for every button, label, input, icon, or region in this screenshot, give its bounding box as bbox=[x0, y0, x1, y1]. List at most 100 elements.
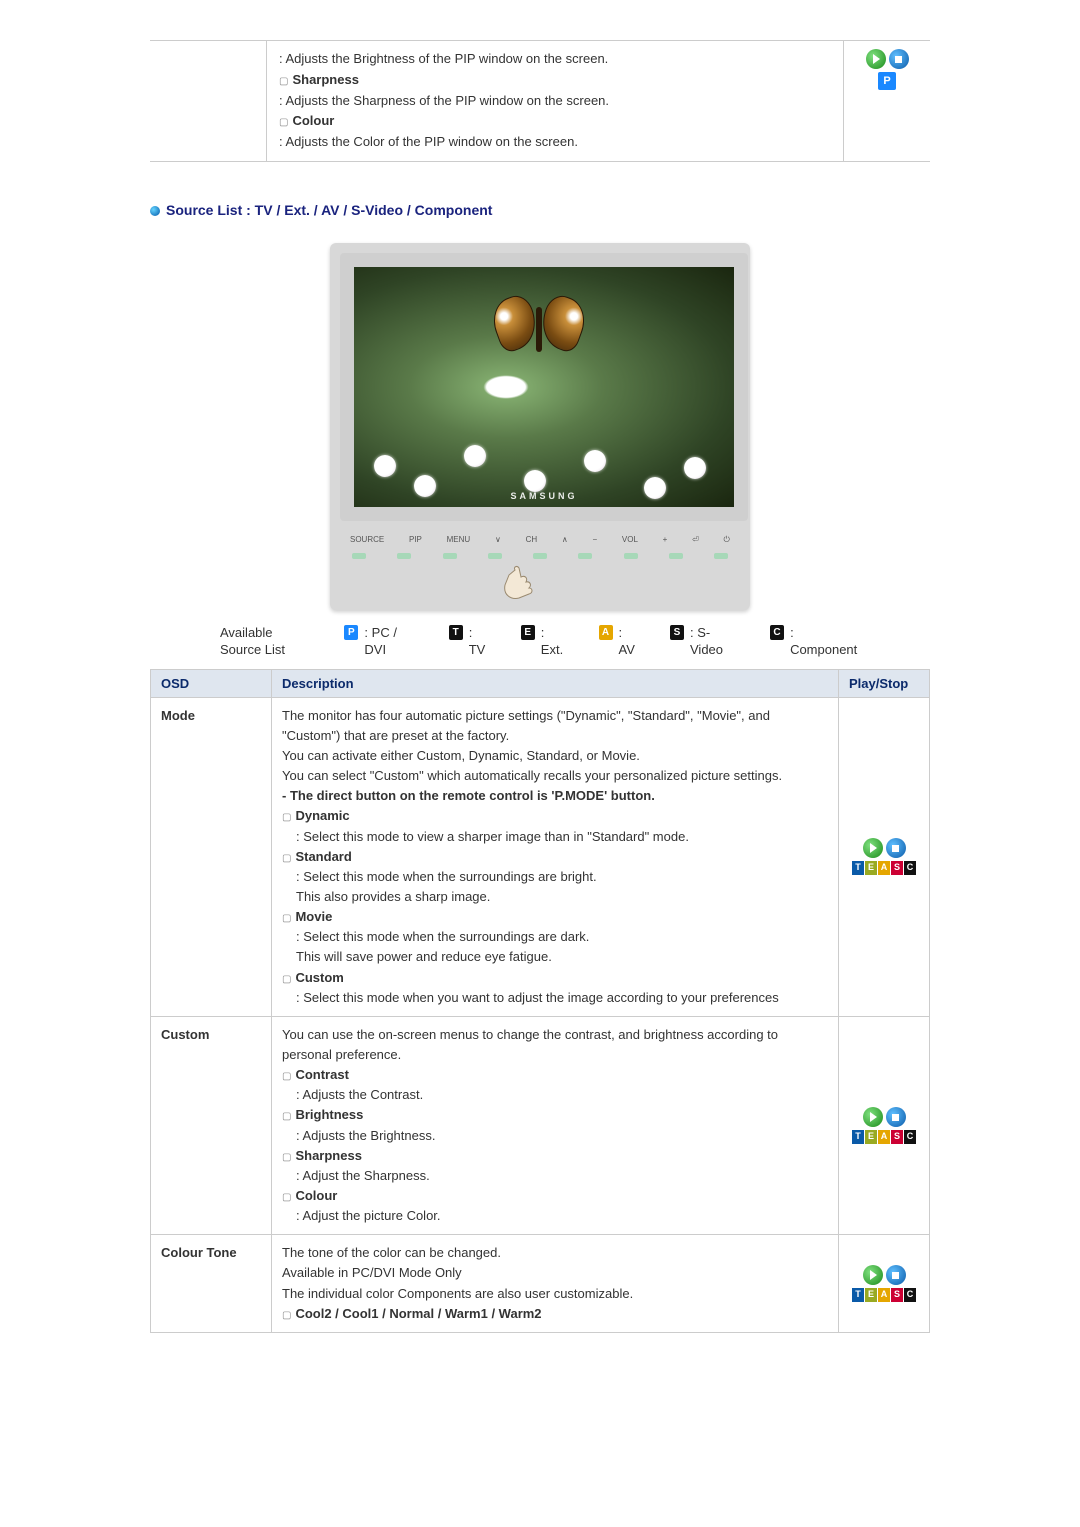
source-badge: A bbox=[878, 1130, 890, 1144]
pip-settings-row: : Adjusts the Brightness of the PIP wind… bbox=[150, 40, 930, 162]
legend-text-p: : PC / DVI bbox=[364, 625, 418, 659]
description-line: You can select "Custom" which automatica… bbox=[282, 766, 828, 786]
ctrl-vol-down: − bbox=[592, 535, 597, 544]
description-cell: The monitor has four automatic picture s… bbox=[272, 697, 839, 1016]
bullet-icon: ▢ bbox=[282, 1111, 291, 1122]
source-badge: A bbox=[878, 1288, 890, 1302]
source-badge: C bbox=[904, 1288, 916, 1302]
monitor-lights bbox=[340, 553, 740, 559]
pip-description-cell: : Adjusts the Brightness of the PIP wind… bbox=[267, 41, 844, 161]
bullet-icon: ▢ bbox=[282, 1310, 291, 1321]
pip-sharpness-label: Sharpness bbox=[292, 72, 358, 87]
stop-icon[interactable] bbox=[886, 838, 906, 858]
legend-badge-p: P bbox=[344, 625, 358, 640]
ctrl-enter: ⏎ bbox=[692, 535, 699, 544]
source-badge: A bbox=[878, 861, 890, 875]
option-header: ▢Standard bbox=[282, 847, 828, 867]
option-name: Movie bbox=[295, 909, 332, 924]
ctrl-menu: MENU bbox=[447, 535, 471, 544]
stop-icon[interactable] bbox=[886, 1265, 906, 1285]
bullet-icon: ▢ bbox=[282, 1192, 291, 1203]
legend-badge-t: T bbox=[449, 625, 463, 640]
pip-playstop-cell: P bbox=[844, 41, 930, 161]
source-badge: T bbox=[852, 1130, 864, 1144]
option-header: ▢ Custom bbox=[282, 968, 828, 988]
description-line: You can activate either Custom, Dynamic,… bbox=[282, 746, 828, 766]
source-p-badge: P bbox=[878, 72, 896, 90]
table-row: Colour ToneThe tone of the color can be … bbox=[151, 1235, 930, 1333]
stop-icon[interactable] bbox=[889, 49, 909, 69]
option-name: Colour bbox=[295, 1188, 337, 1203]
bullet-icon: ▢ bbox=[282, 913, 291, 924]
option-desc: This also provides a sharp image. bbox=[296, 887, 828, 907]
option-desc: : Select this mode when the surroundings… bbox=[296, 927, 828, 947]
description-line: Available in PC/DVI Mode Only bbox=[282, 1263, 828, 1283]
source-badge: S bbox=[891, 1130, 903, 1144]
bullet-icon: ▢ bbox=[279, 117, 288, 128]
option-header: ▢ Colour bbox=[282, 1186, 828, 1206]
ctrl-vol: VOL bbox=[622, 535, 638, 544]
playstop-cell: TEASC bbox=[839, 1016, 930, 1234]
option-desc: : Adjust the picture Color. bbox=[296, 1206, 828, 1226]
description-cell: You can use the on-screen menus to chang… bbox=[272, 1016, 839, 1234]
source-legend: Available Source List P : PC / DVI T : T… bbox=[220, 625, 860, 659]
legend-text-c: : Component bbox=[790, 625, 860, 659]
source-badge: E bbox=[865, 1288, 877, 1302]
ctrl-vol-up: + bbox=[663, 535, 668, 544]
legend-badge-s: S bbox=[670, 625, 684, 640]
table-row: CustomYou can use the on-screen menus to… bbox=[151, 1016, 930, 1234]
section-bullet-icon bbox=[150, 206, 160, 216]
bullet-icon: ▢ bbox=[282, 974, 291, 985]
description-line: The monitor has four automatic picture s… bbox=[282, 706, 828, 746]
stop-icon[interactable] bbox=[886, 1107, 906, 1127]
pip-colour-label: Colour bbox=[292, 113, 334, 128]
legend-badge-e: E bbox=[521, 625, 535, 640]
osd-cell: Custom bbox=[151, 1016, 272, 1234]
legend-text-a: : AV bbox=[619, 625, 640, 659]
table-row: ModeThe monitor has four automatic pictu… bbox=[151, 697, 930, 1016]
source-badge: C bbox=[904, 1130, 916, 1144]
pip-sharpness-desc: : Adjusts the Sharpness of the PIP windo… bbox=[279, 91, 831, 112]
option-header: ▢Dynamic bbox=[282, 806, 828, 826]
option-desc: This will save power and reduce eye fati… bbox=[296, 947, 828, 967]
hand-pointer-icon bbox=[340, 565, 740, 600]
bullet-icon: ▢ bbox=[279, 76, 288, 87]
option-name: Sharpness bbox=[295, 1148, 361, 1163]
source-badge: E bbox=[865, 1130, 877, 1144]
option-header: ▢ Sharpness bbox=[282, 1146, 828, 1166]
monitor-illustration: SAMSUNG SOURCE PIP MENU ∨ CH ∧ − VOL + ⏎… bbox=[150, 243, 930, 610]
ctrl-source: SOURCE bbox=[350, 535, 384, 544]
section-title: Source List : TV / Ext. / AV / S-Video /… bbox=[150, 202, 930, 218]
th-description: Description bbox=[272, 669, 839, 697]
th-osd: OSD bbox=[151, 669, 272, 697]
ctrl-pip: PIP bbox=[409, 535, 422, 544]
description-line: You can use the on-screen menus to chang… bbox=[282, 1025, 828, 1065]
option-header: ▢ Brightness bbox=[282, 1105, 828, 1125]
pip-osd-cell bbox=[150, 41, 267, 161]
ctrl-power: ⏻ bbox=[724, 535, 730, 545]
playstop-cell: TEASC bbox=[839, 697, 930, 1016]
description-line: The individual color Components are also… bbox=[282, 1284, 828, 1304]
butterfly-image bbox=[494, 297, 584, 357]
legend-badge-c: C bbox=[770, 625, 784, 640]
teasc-badges: TEASC bbox=[852, 861, 916, 875]
picture-settings-table: OSD Description Play/Stop ModeThe monito… bbox=[150, 669, 930, 1333]
play-icon[interactable] bbox=[863, 1107, 883, 1127]
option-name: Dynamic bbox=[295, 808, 349, 823]
ctrl-ch-up: ∧ bbox=[562, 535, 568, 544]
source-badge: S bbox=[891, 861, 903, 875]
play-icon[interactable] bbox=[863, 1265, 883, 1285]
bullet-icon: ▢ bbox=[282, 853, 291, 864]
pip-colour-desc: : Adjusts the Color of the PIP window on… bbox=[279, 132, 831, 153]
option-name: Brightness bbox=[295, 1107, 363, 1122]
source-badge: S bbox=[891, 1288, 903, 1302]
playstop-cell: TEASC bbox=[839, 1235, 930, 1333]
bullet-icon: ▢ bbox=[282, 1152, 291, 1163]
play-icon[interactable] bbox=[863, 838, 883, 858]
description-cell: The tone of the color can be changed.Ava… bbox=[272, 1235, 839, 1333]
option-name: Contrast bbox=[295, 1067, 348, 1082]
option-desc: : Select this mode when you want to adju… bbox=[296, 988, 828, 1008]
play-icon[interactable] bbox=[866, 49, 886, 69]
option-name: Custom bbox=[295, 970, 343, 985]
option-header: ▢Contrast bbox=[282, 1065, 828, 1085]
